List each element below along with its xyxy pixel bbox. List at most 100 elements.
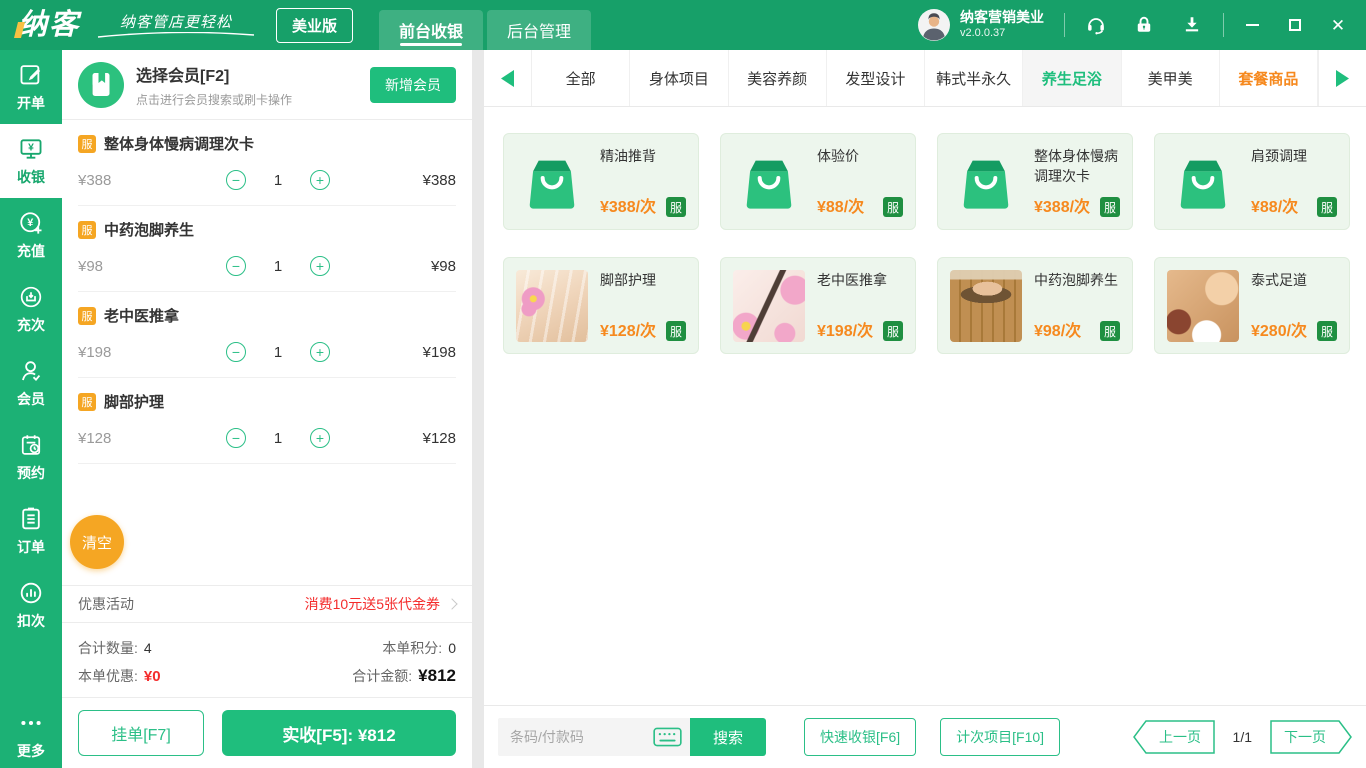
keyboard-icon[interactable] [653,727,682,747]
slogan: 纳客管店更轻松 [96,11,256,39]
cart-item-total: ¥388 [386,172,456,189]
category-tab[interactable]: 韩式半永久 [925,50,1023,106]
product-card[interactable]: 中药泡脚养生 ¥98/次 服 [937,257,1133,354]
lock-icon[interactable] [1133,14,1155,36]
cart-item-price: ¥128 [78,430,170,447]
page-indicator: 1/1 [1233,729,1252,745]
member-select-row[interactable]: 选择会员[F2] 点击进行会员搜索或刷卡操作 新增会员 [62,50,472,120]
edition-button[interactable]: 美业版 [276,8,353,43]
svg-text:¥: ¥ [27,217,33,229]
points-value: 0 [448,640,456,656]
member-select-title: 选择会员[F2] [136,62,292,86]
quick-cashier-button[interactable]: 快速收银[F6] [804,718,916,756]
sidebar-item[interactable]: 订单 [0,494,62,568]
download-icon[interactable] [1181,14,1203,36]
product-card[interactable]: 精油推背 ¥388/次 服 [503,133,699,230]
product-card[interactable]: 体验价 ¥88/次 服 [720,133,916,230]
total-qty-label: 合计数量: [78,638,138,658]
prev-page-button[interactable]: 上一页 [1133,720,1215,754]
sidebar-item[interactable]: 开单 [0,50,62,124]
clear-cart-button[interactable]: 清空 [70,515,124,569]
product-card[interactable]: 老中医推拿 ¥198/次 服 [720,257,916,354]
product-card[interactable]: 肩颈调理 ¥88/次 服 [1154,133,1350,230]
product-bag-icon [950,146,1022,218]
sidebar-item[interactable]: 扣次 [0,568,62,642]
product-card[interactable]: 脚部护理 ¥128/次 服 [503,257,699,354]
decrease-qty-button[interactable]: − [226,342,246,362]
cart-item-row: 服 中药泡脚养生 ¥98 − 1 + ¥98 [78,206,456,292]
product-card[interactable]: 泰式足道 ¥280/次 服 [1154,257,1350,354]
product-bag-icon [733,146,805,218]
increase-qty-button[interactable]: + [310,170,330,190]
order-icon [18,506,45,533]
account-name: 纳客营销美业 [960,9,1044,27]
increase-qty-button[interactable]: + [310,428,330,448]
category-tab[interactable]: 美甲美 [1122,50,1220,106]
product-name: 中药泡脚养生 [1034,270,1120,290]
categories-scroll-left-button[interactable] [484,50,532,106]
product-bag-icon [1167,146,1239,218]
member-icon [18,358,45,385]
sidebar: 开单 ¥ 收银 ¥ 充值 充次 会员 预约 [0,50,62,768]
cart-item-qty: 1 [272,258,284,275]
nav-tab[interactable]: 后台管理 [487,10,591,50]
total-amount-label: 合计金额: [352,666,412,686]
service-type-badge: 服 [1317,197,1337,217]
categories-scroll-right-button[interactable] [1318,50,1366,106]
promo-value: 消费10元送5张代金券 [305,594,440,614]
svg-text:¥: ¥ [28,143,34,154]
pay-button[interactable]: 实收[F5]: ¥812 [222,710,456,756]
product-panel: 全部身体项目美容养颜发型设计韩式半永久养生足浴美甲美套餐商品 [484,50,1366,768]
sidebar-item[interactable]: ¥ 收银 [0,124,62,198]
category-tab[interactable]: 养生足浴 [1023,50,1121,106]
cart-item-qty: 1 [272,430,284,447]
customer-service-icon[interactable] [1085,14,1107,36]
sidebar-item[interactable]: 会员 [0,346,62,420]
product-price: ¥98/次 [1034,317,1081,341]
category-tab[interactable]: 发型设计 [827,50,925,106]
add-member-button[interactable]: 新增会员 [370,67,456,103]
cart-item-price: ¥98 [78,258,170,275]
category-tab[interactable]: 身体项目 [630,50,728,106]
discount-label: 本单优惠: [78,666,138,686]
service-type-badge: 服 [883,197,903,217]
cart-item-row: 服 脚部护理 ¥128 − 1 + ¥128 [78,378,456,464]
app-logo: 纳客 [18,11,80,40]
next-page-button[interactable]: 下一页 [1270,720,1352,754]
sidebar-item[interactable]: 充次 [0,272,62,346]
action-bar: 搜索 快速收银[F6] 计次项目[F10] 上一页 1/1 [484,705,1366,768]
minimize-button[interactable] [1244,17,1260,33]
category-tab[interactable]: 美容养颜 [729,50,827,106]
header-right: 纳客营销美业 v2.0.0.37 [917,8,1366,42]
increase-qty-button[interactable]: + [310,256,330,276]
promo-row[interactable]: 优惠活动 消费10元送5张代金券 [62,585,472,623]
category-tab[interactable]: 全部 [532,50,630,106]
cart-item-row: 服 老中医推拿 ¥198 − 1 + ¥198 [78,292,456,378]
product-card[interactable]: 整体身体慢病调理次卡 ¥388/次 服 [937,133,1133,230]
cart-item-row: 服 整体身体慢病调理次卡 ¥388 − 1 + ¥388 [78,120,456,206]
order-summary: 合计数量:4 本单积分:0 本单优惠:¥0 合计金额:¥812 [62,623,472,697]
cashier-icon: ¥ [18,136,45,163]
product-name: 老中医推拿 [817,270,903,290]
category-tab[interactable]: 套餐商品 [1220,50,1318,106]
decrease-qty-button[interactable]: − [226,170,246,190]
increase-qty-button[interactable]: + [310,342,330,362]
product-photo [950,270,1022,342]
triangle-right-icon [1336,70,1349,87]
hold-order-button[interactable]: 挂单[F7] [78,710,204,756]
nav-tab[interactable]: 前台收银 [379,10,483,50]
member-card-icon [78,62,124,108]
cart-item-total: ¥128 [386,430,456,447]
count-item-button[interactable]: 计次项目[F10] [940,718,1060,756]
decrease-qty-button[interactable]: − [226,428,246,448]
sidebar-item[interactable]: 更多 [0,702,62,768]
service-type-badge: 服 [1100,197,1120,217]
cart-item-name: 整体身体慢病调理次卡 [104,133,254,154]
search-button[interactable]: 搜索 [690,718,766,756]
sidebar-item[interactable]: 预约 [0,420,62,494]
service-type-badge: 服 [666,197,686,217]
maximize-button[interactable] [1287,17,1303,33]
close-button[interactable]: ✕ [1330,17,1346,33]
decrease-qty-button[interactable]: − [226,256,246,276]
sidebar-item[interactable]: ¥ 充值 [0,198,62,272]
